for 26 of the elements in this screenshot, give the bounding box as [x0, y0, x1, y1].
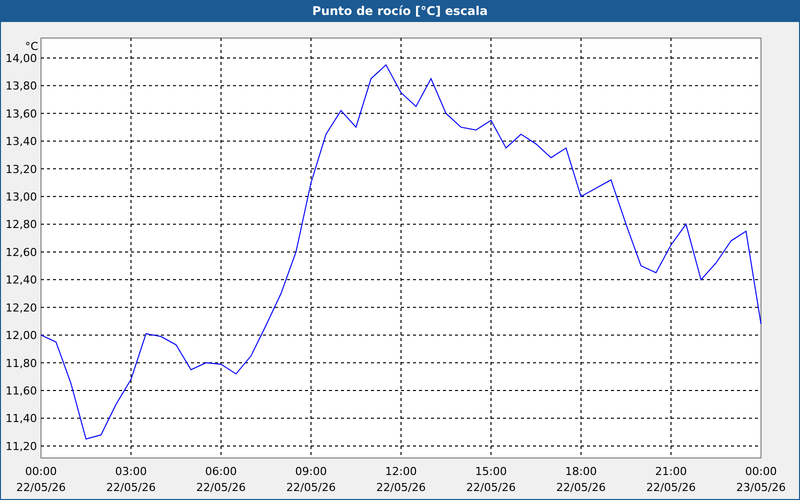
y-tick-label: 11,20 [6, 440, 37, 453]
axis-unit-label: °C [25, 40, 38, 53]
y-tick-label: 13,80 [6, 80, 37, 93]
y-tick-label: 13,00 [6, 190, 37, 204]
y-tick-label: 11,80 [6, 356, 37, 370]
y-tick-label: 13,20 [6, 162, 37, 176]
y-tick-label: 14,00 [6, 52, 37, 65]
y-tick-label: 11,40 [6, 412, 37, 426]
y-tick-label: 12,40 [6, 274, 37, 287]
y-tick-label: 11,60 [6, 384, 37, 398]
x-tick-label: 06:00 22/05/26 [196, 465, 246, 494]
y-tick-label: 13,40 [6, 135, 37, 148]
x-tick-label: 00:00 23/05/26 [736, 465, 786, 494]
x-tick-label: 12:00 22/05/26 [376, 465, 426, 494]
y-tick-label: 13,60 [6, 107, 37, 120]
x-tick-label: 00:00 22/05/26 [16, 465, 66, 494]
x-tick-label: 21:00 22/05/26 [646, 465, 696, 494]
x-tick-label: 09:00 22/05/26 [286, 465, 336, 494]
x-tick-label: 03:00 22/05/26 [106, 465, 156, 494]
y-tick-label: 12,00 [6, 329, 37, 342]
y-tick-label: 12,60 [6, 246, 37, 259]
window-title: Punto de rocío [°C] escala [1, 1, 799, 22]
x-tick-label: 15:00 22/05/26 [466, 465, 516, 494]
x-tick-label: 18:00 22/05/26 [556, 465, 606, 494]
y-tick-label: 12,80 [6, 218, 37, 232]
y-tick-label: 12,20 [6, 301, 37, 314]
